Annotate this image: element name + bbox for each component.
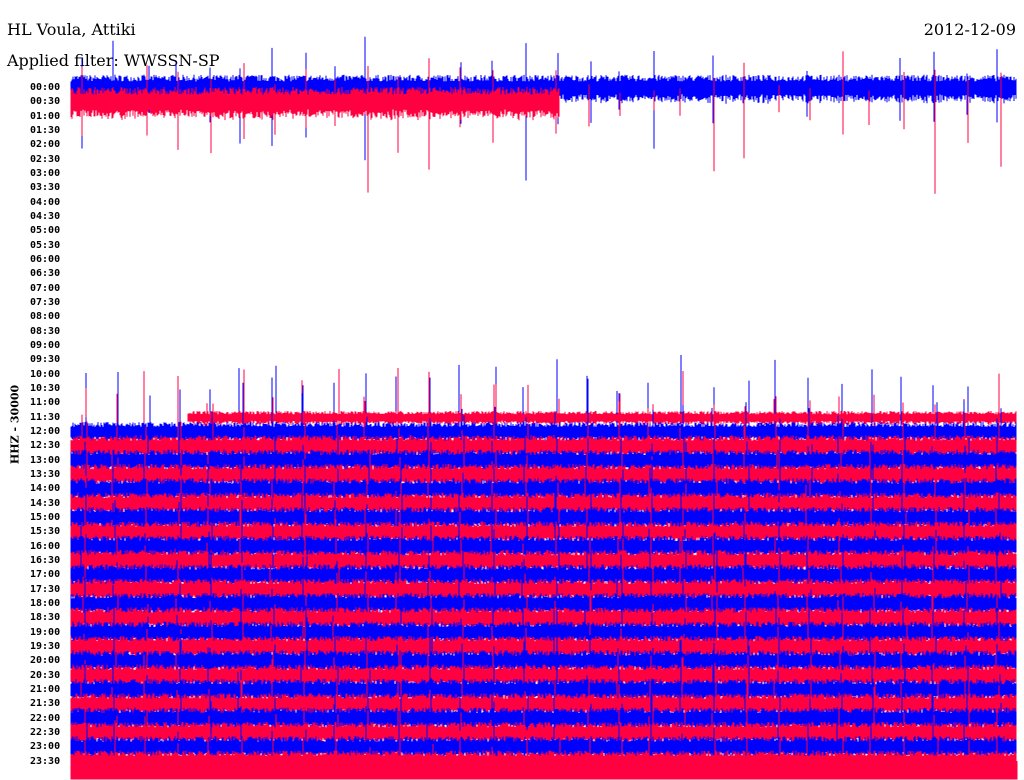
helicorder-plot: HL Voula, Attiki Applied filter: WWSSN-S… [0,0,1024,780]
seismogram-traces [70,36,1018,780]
